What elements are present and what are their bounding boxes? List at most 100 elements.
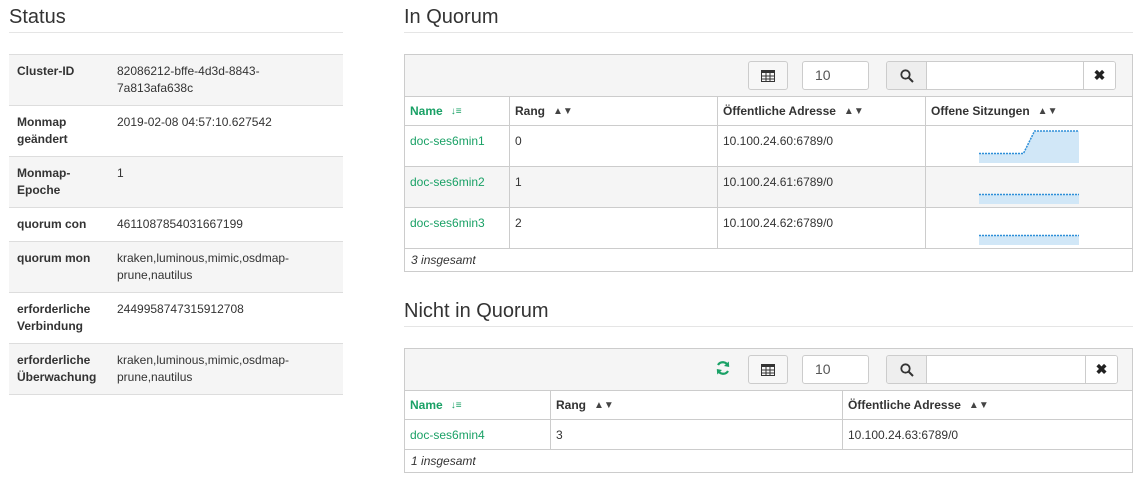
col-label: Rang	[515, 104, 545, 118]
cell-name: doc-ses6min2	[405, 167, 510, 207]
not-in-quorum-title: Nicht in Quorum	[404, 300, 1133, 327]
monitor-link[interactable]: doc-ses6min2	[410, 175, 485, 189]
status-key: Cluster-ID	[17, 64, 75, 78]
monitor-link[interactable]: doc-ses6min4	[410, 428, 485, 442]
col-name-header[interactable]: Name ↓≡	[405, 97, 510, 125]
search-icon	[899, 362, 914, 377]
in-quorum-table: 10 ✖ Name ↓≡ Rang ▲▼ Öffentliche Adresse ▲▼…	[404, 54, 1133, 272]
col-label: Öffentliche Adresse	[848, 398, 961, 412]
table-row: doc-ses6min4 3 10.100.24.63:6789/0	[405, 420, 1132, 450]
cell-name: doc-ses6min1	[405, 126, 510, 166]
status-key: quorum con	[17, 217, 87, 231]
table-row: doc-ses6min1 0 10.100.24.60:6789/0	[405, 126, 1132, 167]
search-group: ✖	[886, 355, 1118, 384]
sparkline-area	[979, 194, 1079, 204]
status-table: Cluster-ID 82086212-bffe-4d3d-8843-7a813…	[9, 54, 343, 395]
table-toolbar: 10 ✖	[405, 55, 1132, 97]
refresh-icon	[716, 361, 730, 375]
cell-name: doc-ses6min4	[405, 420, 551, 449]
in-quorum-title: In Quorum	[404, 6, 1133, 33]
cell-address: 10.100.24.62:6789/0	[718, 208, 926, 248]
cell-rank: 0	[510, 126, 718, 166]
col-sessions-header[interactable]: Offene Sitzungen ▲▼	[926, 97, 1132, 125]
sort-amount-asc-icon: ↓≡	[450, 399, 462, 411]
cell-sessions	[926, 208, 1132, 248]
cell-address: 10.100.24.60:6789/0	[718, 126, 926, 166]
sort-icon: ▲▼	[594, 399, 614, 411]
status-row: erforderliche Verbindung 244995874731591…	[9, 292, 343, 343]
table-footer: 3 insgesamt	[405, 249, 1132, 271]
col-rank-header[interactable]: Rang ▲▼	[551, 391, 843, 419]
sessions-sparkline	[979, 234, 1079, 245]
sparkline-area	[979, 235, 1079, 245]
sessions-sparkline	[979, 130, 1079, 163]
status-row: Cluster-ID 82086212-bffe-4d3d-8843-7a813…	[9, 54, 343, 105]
table-columns-icon	[761, 363, 775, 376]
status-value: 1	[117, 166, 124, 180]
col-label: Rang	[556, 398, 586, 412]
cell-rank: 3	[551, 420, 843, 449]
table-toolbar: 10 ✖	[405, 349, 1132, 391]
table-row: doc-ses6min2 1 10.100.24.61:6789/0	[405, 167, 1132, 208]
clear-search-button[interactable]: ✖	[1086, 356, 1117, 383]
close-icon: ✖	[1093, 67, 1106, 83]
total-label: insgesamt	[421, 253, 476, 267]
clear-search-button[interactable]: ✖	[1084, 62, 1115, 89]
table-header: Name ↓≡ Rang ▲▼ Öffentliche Adresse ▲▼	[405, 391, 1132, 420]
table-footer: 1 insgesamt	[405, 450, 1132, 472]
cell-address: 10.100.24.61:6789/0	[718, 167, 926, 207]
sort-icon: ▲▼	[553, 105, 573, 117]
sparkline-area	[979, 131, 1079, 163]
close-icon: ✖	[1095, 361, 1108, 377]
cell-rank: 2	[510, 208, 718, 248]
status-value: 2019-02-08 04:57:10.627542	[117, 115, 272, 129]
sort-icon: ▲▼	[1037, 105, 1058, 117]
status-title: Status	[9, 6, 343, 33]
sort-icon: ▲▼	[843, 105, 864, 117]
search-group: ✖	[886, 61, 1116, 90]
page-size-input[interactable]: 10	[802, 61, 869, 90]
sort-amount-asc-icon: ↓≡	[450, 105, 462, 117]
col-address-header[interactable]: Öffentliche Adresse ▲▼	[718, 97, 926, 125]
col-label: Öffentliche Adresse	[723, 104, 836, 118]
table-columns-button[interactable]	[748, 355, 788, 384]
status-key: erforderliche Verbindung	[17, 302, 91, 333]
sort-icon: ▲▼	[968, 399, 989, 411]
col-name-header[interactable]: Name ↓≡	[405, 391, 551, 419]
status-key: erforderliche Überwachung	[17, 353, 97, 384]
status-row: Monmap geändert 2019-02-08 04:57:10.6275…	[9, 105, 343, 156]
col-address-header[interactable]: Öffentliche Adresse ▲▼	[843, 391, 1132, 419]
status-value: 2449958747315912708	[117, 302, 244, 316]
monitor-link[interactable]: doc-ses6min1	[410, 134, 485, 148]
status-key: quorum mon	[17, 251, 91, 265]
status-row: Monmap-Epoche 1	[9, 156, 343, 207]
status-row: quorum mon kraken,luminous,mimic,osdmap-…	[9, 241, 343, 292]
table-columns-button[interactable]	[748, 61, 788, 90]
table-header: Name ↓≡ Rang ▲▼ Öffentliche Adresse ▲▼ Offe…	[405, 97, 1132, 126]
status-value: 82086212-bffe-4d3d-8843-7a813afa638c	[117, 64, 260, 95]
col-rank-header[interactable]: Rang ▲▼	[510, 97, 718, 125]
status-row: quorum con 4611087854031667199	[9, 207, 343, 241]
cell-sessions	[926, 167, 1132, 207]
cell-rank: 1	[510, 167, 718, 207]
table-columns-icon	[761, 69, 775, 82]
status-row: erforderliche Überwachung kraken,luminou…	[9, 343, 343, 395]
monitor-link[interactable]: doc-ses6min3	[410, 216, 485, 230]
page-size-input[interactable]: 10	[802, 355, 869, 384]
total-label: insgesamt	[421, 454, 476, 468]
search-icon	[899, 68, 914, 83]
search-input[interactable]	[927, 62, 1084, 89]
total-count: 1	[411, 454, 418, 468]
search-addon	[887, 356, 927, 383]
col-label: Name	[410, 398, 443, 412]
col-label: Name	[410, 104, 443, 118]
cell-name: doc-ses6min3	[405, 208, 510, 248]
search-addon	[887, 62, 927, 89]
status-value: 4611087854031667199	[117, 217, 243, 231]
search-input[interactable]	[927, 356, 1086, 383]
total-count: 3	[411, 253, 418, 267]
status-value: kraken,luminous,mimic,osdmap-prune,nauti…	[117, 353, 290, 384]
refresh-button[interactable]	[715, 360, 731, 379]
col-label: Offene Sitzungen	[931, 104, 1030, 118]
sessions-sparkline	[979, 193, 1079, 204]
